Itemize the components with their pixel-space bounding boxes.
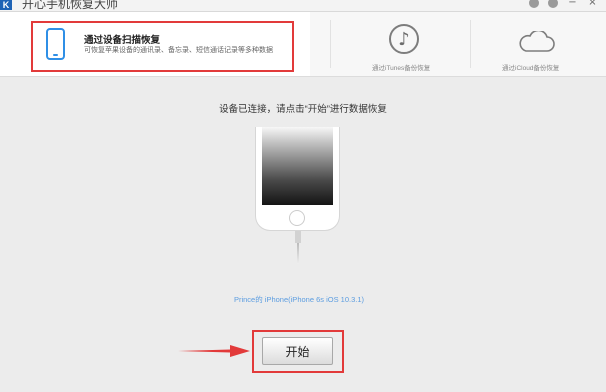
chat-icon[interactable]	[529, 0, 539, 8]
phone-icon	[46, 28, 65, 60]
device-illustration	[255, 127, 340, 231]
cable-connector	[295, 231, 301, 243]
phone-screen	[262, 127, 333, 205]
connection-status: 设备已连接，请点击“开始”进行数据恢复	[219, 104, 387, 115]
title-bar: K 开心手机恢复大师 − ×	[0, 0, 606, 12]
device-name-label: Prince的 iPhone(iPhone 6s iOS 10.3.1)	[233, 295, 365, 304]
device-scan-description: 可恢复苹果设备的通讯录、备忘录、短信通话记录等多种数据	[84, 47, 273, 54]
feedback-icon[interactable]	[548, 0, 558, 8]
window-controls: − ×	[529, 0, 598, 9]
close-icon[interactable]: ×	[587, 0, 598, 9]
minimize-icon[interactable]: −	[567, 0, 578, 9]
music-note-icon[interactable]: ♪	[389, 24, 419, 54]
start-button[interactable]: 开始	[262, 337, 333, 365]
home-button-icon	[289, 210, 305, 226]
itunes-backup-label[interactable]: 通过iTunes备份恢复	[372, 62, 430, 72]
usb-cable	[297, 243, 299, 264]
app-title: 开心手机恢复大师	[22, 0, 119, 11]
red-arrow-icon	[178, 345, 250, 357]
app-logo-icon: K	[0, 0, 12, 10]
device-scan-title[interactable]: 通过设备扫描恢复	[84, 32, 160, 46]
cloud-icon[interactable]	[517, 31, 555, 53]
icloud-backup-label[interactable]: 通过iCloud备份恢复	[502, 62, 559, 72]
